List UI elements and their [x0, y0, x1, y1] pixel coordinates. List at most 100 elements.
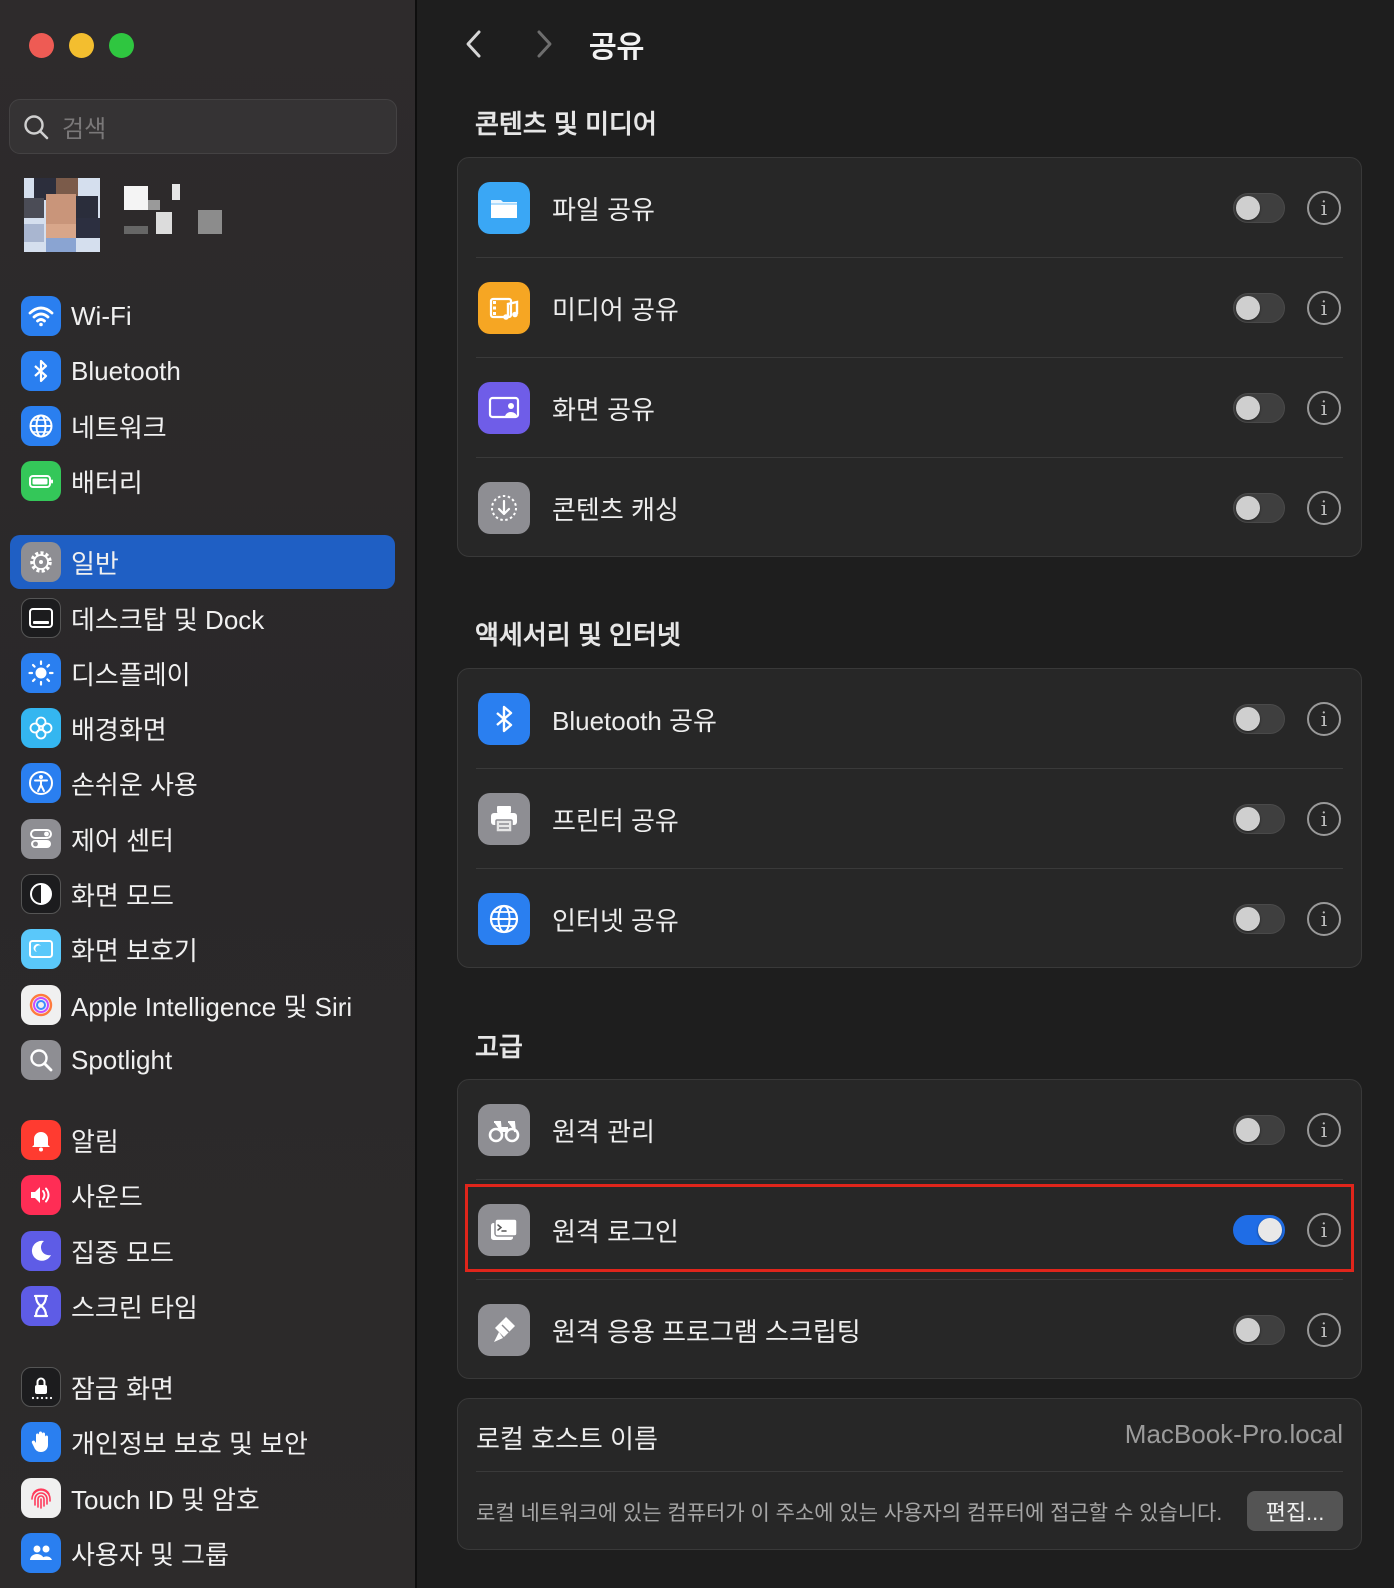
sidebar-item-label: 손쉬운 사용	[71, 769, 198, 800]
info-button[interactable]: i	[1307, 491, 1341, 525]
internet-sharing-toggle[interactable]	[1233, 904, 1285, 934]
screensaver-icon	[21, 929, 61, 969]
remote-management-toggle[interactable]	[1233, 1115, 1285, 1145]
globe-icon	[478, 893, 530, 945]
sidebar-item-label: 개인정보 보호 및 보안	[71, 1428, 308, 1459]
sidebar-item-label: 일반	[71, 548, 119, 579]
sidebar-item-label: 알림	[71, 1126, 119, 1157]
sidebar-item-label: 스크린 타임	[71, 1292, 198, 1323]
sidebar-item-label: 네트워크	[71, 412, 167, 443]
sidebar-item-focus[interactable]: 집중 모드	[10, 1224, 395, 1278]
gear-icon	[21, 542, 61, 582]
info-button[interactable]: i	[1307, 1113, 1341, 1147]
info-button[interactable]: i	[1307, 1213, 1341, 1247]
sidebar-item-desktop-dock[interactable]: 데스크탑 및 Dock	[10, 591, 395, 645]
sidebar-item-apple-intelligence[interactable]: Apple Intelligence 및 Siri	[10, 978, 395, 1032]
toggle-knob	[1236, 196, 1260, 220]
forward-button[interactable]	[529, 26, 559, 62]
hand-icon	[21, 1422, 61, 1462]
media-sharing-toggle[interactable]	[1233, 293, 1285, 323]
toggle-knob	[1236, 496, 1260, 520]
accessibility-icon	[21, 763, 61, 803]
sidebar: 검색 Wi-Fi Bluetooth 네트워크 배터리 일반 데스크탑 및 Do…	[0, 0, 415, 1588]
printer-sharing-toggle[interactable]	[1233, 804, 1285, 834]
row-label: 콘텐츠 캐싱	[552, 494, 679, 525]
row-printer-sharing: 프린터 공유 i	[458, 769, 1363, 869]
wifi-icon	[21, 296, 61, 336]
info-button[interactable]: i	[1307, 391, 1341, 425]
sidebar-item-wallpaper[interactable]: 배경화면	[10, 701, 395, 755]
info-button[interactable]: i	[1307, 802, 1341, 836]
sidebar-item-spotlight[interactable]: Spotlight	[10, 1033, 395, 1087]
row-label: 미디어 공유	[552, 294, 679, 325]
sidebar-item-touch-id[interactable]: Touch ID 및 암호	[10, 1471, 395, 1525]
close-window-button[interactable]	[29, 33, 54, 58]
section-accessories-internet: Bluetooth 공유 i 프린터 공유 i 인터넷 공유 i	[457, 668, 1362, 968]
sidebar-item-accessibility[interactable]: 손쉬운 사용	[10, 756, 395, 810]
file-sharing-toggle[interactable]	[1233, 193, 1285, 223]
sidebar-item-privacy[interactable]: 개인정보 보호 및 보안	[10, 1415, 395, 1469]
sidebar-item-screen-saver[interactable]: 화면 보호기	[10, 922, 395, 976]
edit-button[interactable]: 편집...	[1247, 1491, 1343, 1531]
binoculars-icon	[478, 1104, 530, 1156]
sidebar-item-label: Apple Intelligence 및 Siri	[71, 991, 353, 1022]
bluetooth-sharing-toggle[interactable]	[1233, 704, 1285, 734]
sidebar-item-control-center[interactable]: 제어 센터	[10, 812, 395, 866]
toggle-knob	[1236, 396, 1260, 420]
hostname-description: 로컬 네트워크에 있는 컴퓨터가 이 주소에 있는 사용자의 컴퓨터에 접근할 …	[476, 1502, 1223, 1525]
appearance-icon	[21, 874, 61, 914]
search-icon	[24, 114, 49, 139]
siri-icon	[21, 985, 61, 1025]
dock-icon	[21, 598, 61, 638]
hourglass-icon	[21, 1286, 61, 1326]
account-profile[interactable]	[24, 178, 234, 254]
minimize-window-button[interactable]	[69, 33, 94, 58]
sidebar-item-battery[interactable]: 배터리	[10, 454, 395, 508]
lock-icon	[21, 1367, 61, 1407]
remote-scripting-toggle[interactable]	[1233, 1315, 1285, 1345]
sidebar-item-lock-screen[interactable]: 잠금 화면	[10, 1360, 395, 1414]
zoom-window-button[interactable]	[109, 33, 134, 58]
row-label: 인터넷 공유	[552, 905, 679, 936]
bluetooth-icon	[478, 693, 530, 745]
printer-icon	[478, 793, 530, 845]
sidebar-item-displays[interactable]: 디스플레이	[10, 646, 395, 700]
info-button[interactable]: i	[1307, 1313, 1341, 1347]
info-button[interactable]: i	[1307, 902, 1341, 936]
section-advanced: 원격 관리 i 원격 로그인 i 원격 응용 프로그램 스크립팅 i	[457, 1079, 1362, 1379]
row-label: 프린터 공유	[552, 805, 679, 836]
sidebar-item-sound[interactable]: 사운드	[10, 1168, 395, 1222]
sidebar-item-notifications[interactable]: 알림	[10, 1113, 395, 1167]
sidebar-item-screen-time[interactable]: 스크린 타임	[10, 1279, 395, 1333]
sidebar-item-wifi[interactable]: Wi-Fi	[10, 289, 395, 343]
row-media-sharing: 미디어 공유 i	[458, 258, 1363, 358]
row-remote-scripting: 원격 응용 프로그램 스크립팅 i	[458, 1280, 1363, 1380]
info-button[interactable]: i	[1307, 291, 1341, 325]
sidebar-item-users[interactable]: 사용자 및 그룹	[10, 1526, 395, 1580]
sidebar-item-label: Touch ID 및 암호	[71, 1484, 260, 1515]
sidebar-item-network[interactable]: 네트워크	[10, 399, 395, 453]
content-caching-toggle[interactable]	[1233, 493, 1285, 523]
sidebar-item-label: 데스크탑 및 Dock	[71, 604, 265, 635]
download-icon	[478, 482, 530, 534]
toggle-knob	[1236, 707, 1260, 731]
search-input[interactable]: 검색	[9, 99, 397, 154]
row-label: 원격 응용 프로그램 스크립팅	[552, 1316, 861, 1347]
back-button[interactable]	[459, 26, 489, 62]
battery-icon	[21, 461, 61, 501]
remote-login-toggle[interactable]	[1233, 1215, 1285, 1245]
sidebar-item-general[interactable]: 일반	[10, 535, 395, 589]
main-pane: 공유 콘텐츠 및 미디어 파일 공유 i 미디어 공유 i 화면 공유 i 콘텐…	[417, 0, 1394, 1588]
bell-icon	[21, 1120, 61, 1160]
sidebar-item-label: 집중 모드	[71, 1237, 174, 1268]
magnifier-icon	[21, 1040, 61, 1080]
info-button[interactable]: i	[1307, 191, 1341, 225]
sidebar-item-bluetooth[interactable]: Bluetooth	[10, 344, 395, 398]
sidebar-item-appearance[interactable]: 화면 모드	[10, 867, 395, 921]
row-label: 화면 공유	[552, 394, 655, 425]
sidebar-item-label: 제어 센터	[71, 825, 174, 856]
screen-sharing-toggle[interactable]	[1233, 393, 1285, 423]
sidebar-item-label: Bluetooth	[71, 355, 181, 386]
folder-icon	[478, 182, 530, 234]
info-button[interactable]: i	[1307, 702, 1341, 736]
